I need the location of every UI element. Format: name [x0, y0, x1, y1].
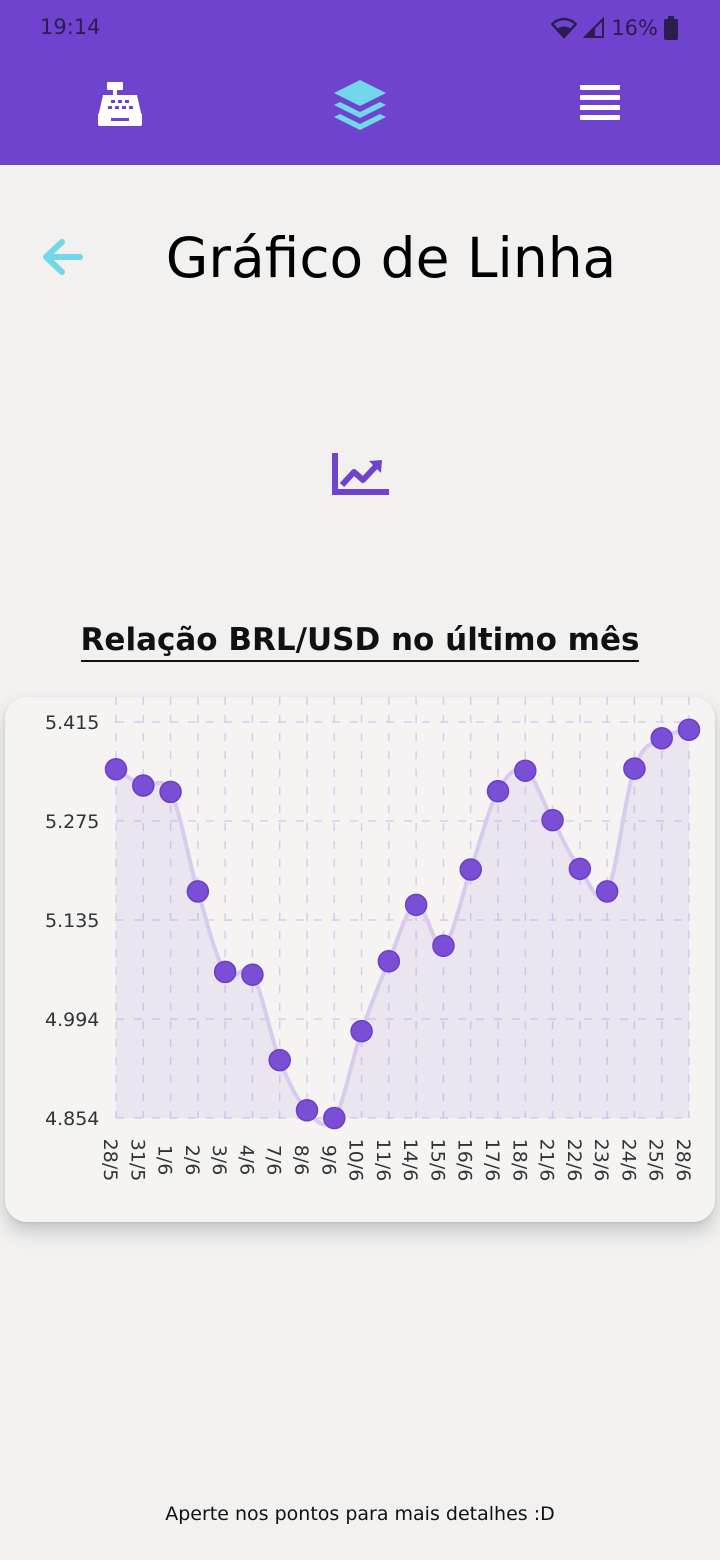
data-point-28-6[interactable] [677, 718, 701, 742]
data-point-3-6[interactable] [213, 960, 237, 984]
data-point-21-6[interactable] [541, 808, 564, 832]
battery-icon [664, 16, 678, 40]
data-point-23-6[interactable] [595, 880, 619, 903]
x-tick-label: 15/6 [426, 1139, 448, 1182]
line-chart: 5.415 5.275 5.135 4.994 4.85428/5 31/5 1/6 2/6 3… [45, 697, 701, 1182]
title-row: Gráfico de Linha [0, 220, 720, 300]
y-tick-label: 4.854 [45, 1108, 99, 1130]
x-tick-label: 22/6 [563, 1139, 585, 1182]
status-icons: 16% [551, 14, 678, 42]
data-point-1-6[interactable] [159, 780, 182, 804]
data-point-16-6[interactable] [459, 858, 482, 881]
footer-hint: Aperte nos pontos para mais detalhes :D [165, 1503, 555, 1525]
x-tick-label: 3/6 [208, 1145, 230, 1176]
data-point-24-6[interactable] [623, 757, 646, 780]
page-title: Gráfico de Linha [165, 226, 617, 290]
y-tick-label: 5.135 [45, 910, 99, 932]
chart-card: 5.415 5.275 5.135 4.994 4.854 28/5 31/5 1/6 2/6 3… [5, 697, 715, 1222]
x-tick-label: 31/5 [126, 1139, 148, 1182]
x-tick-label: 14/6 [399, 1139, 421, 1182]
wifi-icon [551, 17, 578, 39]
data-point-2-6[interactable] [186, 880, 210, 903]
x-tick-label: 17/6 [481, 1139, 503, 1182]
chart-line-icon [330, 452, 390, 500]
y-tick-label: 5.275 [45, 811, 99, 833]
data-point-4-6[interactable] [241, 963, 264, 986]
data-point-22-6[interactable] [568, 857, 592, 881]
data-point-14-6[interactable] [404, 893, 428, 917]
data-point-11-6[interactable] [377, 950, 401, 973]
y-tick-label: 4.994 [45, 1009, 99, 1031]
data-point-7-6[interactable] [268, 1048, 291, 1072]
battery-percent: 16% [611, 16, 658, 40]
x-tick-label: 28/6 [672, 1139, 694, 1182]
status-bar: 19:14 16% [0, 0, 720, 56]
x-tick-label: 28/5 [99, 1139, 121, 1182]
signal-icon [583, 17, 605, 38]
layers-icon [334, 80, 386, 130]
x-tick-label: 25/6 [645, 1139, 667, 1182]
data-point-18-6[interactable] [514, 759, 537, 782]
data-point-9-6[interactable] [323, 1106, 346, 1130]
x-tick-label: 24/6 [617, 1139, 639, 1182]
data-point-17-6[interactable] [486, 779, 510, 803]
data-point-28-5[interactable] [104, 758, 128, 781]
x-tick-label: 2/6 [181, 1145, 203, 1176]
x-tick-label: 21/6 [536, 1139, 558, 1182]
nav-cash-register-button[interactable] [88, 72, 152, 136]
x-tick-label: 10/6 [345, 1139, 367, 1182]
chart-heading-text: Relação BRL/USD no último mês [80, 622, 640, 662]
status-time: 19:14 [40, 15, 101, 39]
data-point-15-6[interactable] [432, 934, 455, 958]
x-tick-label: 4/6 [235, 1145, 257, 1176]
y-tick-label: 5.415 [45, 712, 99, 734]
x-tick-label: 16/6 [454, 1139, 476, 1182]
nav-menu-button[interactable] [568, 72, 632, 136]
x-tick-label: 9/6 [317, 1145, 339, 1176]
x-tick-label: 23/6 [590, 1139, 612, 1182]
app-bar: 19:14 16% [0, 0, 720, 165]
menu-icon [580, 85, 620, 120]
data-point-31-5[interactable] [132, 774, 155, 797]
x-tick-label: 1/6 [154, 1145, 176, 1176]
x-tick-label: 7/6 [263, 1145, 285, 1176]
nav-layers-button[interactable] [328, 72, 392, 136]
data-point-8-6[interactable] [295, 1098, 319, 1122]
data-point-25-6[interactable] [650, 726, 673, 750]
x-tick-label: 8/6 [290, 1145, 312, 1176]
data-point-10-6[interactable] [350, 1019, 373, 1043]
x-tick-label: 11/6 [372, 1139, 394, 1182]
cash-register-icon [98, 82, 142, 126]
x-tick-label: 18/6 [508, 1139, 530, 1182]
chart-heading: Relação BRL/USD no último mês [0, 622, 720, 662]
